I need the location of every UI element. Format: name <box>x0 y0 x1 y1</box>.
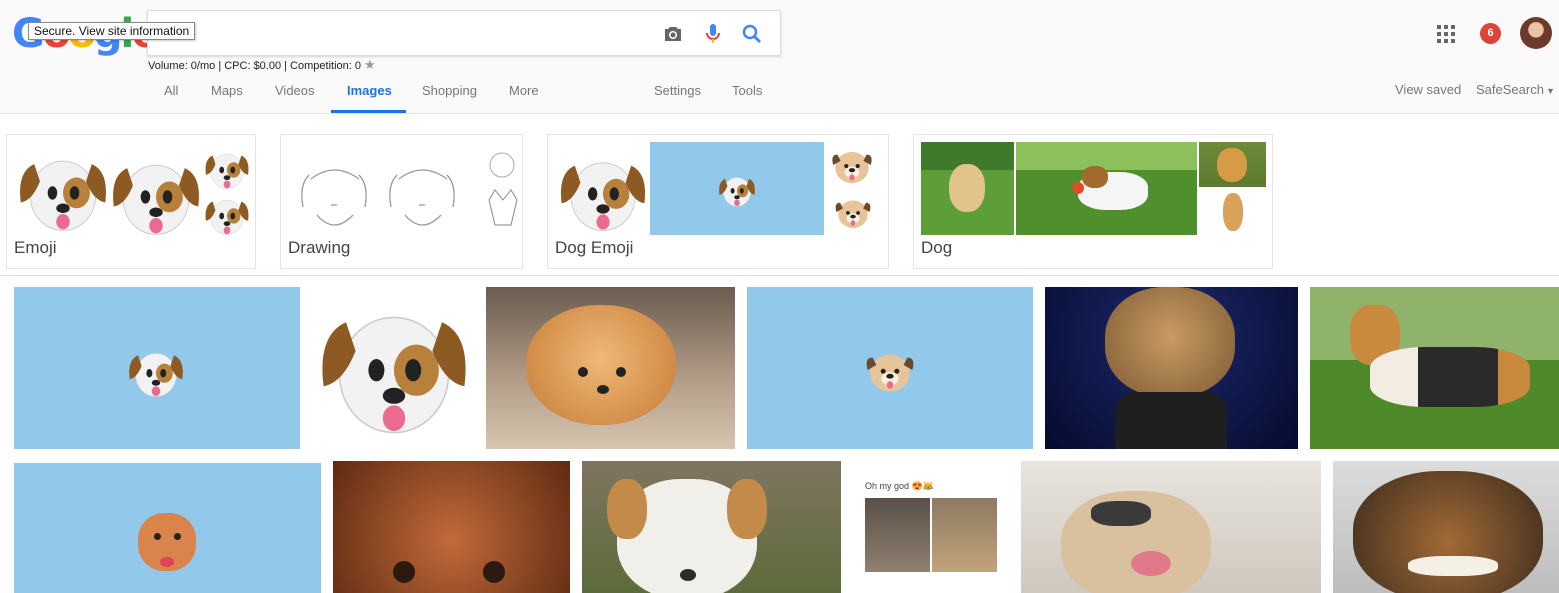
image-result[interactable] <box>486 287 735 449</box>
apps-grid-icon[interactable] <box>1437 25 1455 48</box>
pug-emoji-thumb <box>830 189 876 235</box>
dog-emoji-thumb <box>556 145 650 239</box>
active-tab-indicator <box>331 110 406 113</box>
divider <box>0 275 1559 276</box>
seo-stats: Volume: 0/mo | CPC: $0.00 | Competition:… <box>148 57 376 73</box>
golden-photo-thumb <box>1199 142 1266 187</box>
avatar[interactable] <box>1520 17 1552 49</box>
image-result[interactable] <box>1021 461 1321 593</box>
top-bar: Google Secure. View site information Vol… <box>0 0 1559 114</box>
related-card-drawing[interactable]: Drawing <box>280 134 523 269</box>
meme-photo <box>932 498 997 572</box>
dog-emoji-image <box>121 342 191 402</box>
related-card-dog[interactable]: Dog <box>913 134 1273 269</box>
dog-eye <box>393 561 415 583</box>
star-icon[interactable]: ★ <box>364 57 376 72</box>
pug-emoji-thumb <box>824 139 880 191</box>
pomeranian-photo <box>526 305 676 425</box>
image-result[interactable] <box>14 287 300 449</box>
safesearch-menu[interactable]: SafeSearch ▼ <box>1476 82 1555 97</box>
tab-maps[interactable]: Maps <box>211 83 243 98</box>
related-card-emoji[interactable]: Emoji <box>6 134 256 269</box>
dog-emoji-thumb <box>15 143 111 239</box>
tab-tools[interactable]: Tools <box>732 83 762 98</box>
image-result[interactable] <box>747 287 1033 449</box>
tab-videos[interactable]: Videos <box>275 83 315 98</box>
related-card-label: Dog <box>921 238 953 257</box>
beagle-photo-thumb <box>1016 142 1197 235</box>
camera-icon[interactable] <box>661 22 685 46</box>
image-result[interactable] <box>1045 287 1298 449</box>
dog-drawing-thumb <box>301 152 518 226</box>
image-result[interactable] <box>1333 461 1559 593</box>
secure-tooltip: Secure. View site information <box>28 22 196 40</box>
image-result[interactable] <box>14 463 321 593</box>
tab-all[interactable]: All <box>164 83 178 98</box>
related-card-dog-emoji[interactable]: Dog Emoji <box>547 134 889 269</box>
image-result[interactable] <box>310 287 476 449</box>
search-box[interactable] <box>147 10 781 56</box>
tab-shopping[interactable]: Shopping <box>422 83 477 98</box>
retriever-photo-thumb <box>1199 189 1266 235</box>
meme-photo <box>865 498 930 572</box>
sky-thumb <box>650 142 824 235</box>
image-result[interactable] <box>333 461 570 593</box>
dog-face-photo <box>1105 287 1235 397</box>
microphone-icon[interactable] <box>701 22 725 46</box>
meme-caption: Oh my god 😍😹 <box>865 481 934 491</box>
dog-emoji-thumb <box>108 147 204 243</box>
tab-settings[interactable]: Settings <box>654 83 701 98</box>
dog-eye <box>483 561 505 583</box>
related-card-label: Drawing <box>288 238 351 257</box>
view-saved-link[interactable]: View saved <box>1395 82 1461 97</box>
dog-emoji-thumb <box>203 145 251 193</box>
dog-photo-thumb <box>921 142 1014 235</box>
notification-badge[interactable]: 6 <box>1480 23 1501 44</box>
tab-images[interactable]: Images <box>347 83 392 98</box>
dog-emoji-thumb <box>203 191 251 239</box>
safesearch-label: SafeSearch <box>1476 82 1544 97</box>
tab-more[interactable]: More <box>509 83 539 98</box>
dog-emoji-image <box>312 287 476 447</box>
dog-emoji-thumb <box>717 170 757 210</box>
search-icon[interactable] <box>740 22 764 46</box>
seo-text: Volume: 0/mo | CPC: $0.00 | Competition:… <box>148 60 361 72</box>
pug-emoji-image <box>855 339 925 401</box>
image-result[interactable] <box>582 461 841 593</box>
related-card-label: Emoji <box>14 238 57 257</box>
image-result[interactable] <box>1310 287 1559 449</box>
search-input[interactable] <box>160 23 640 45</box>
related-card-label: Dog Emoji <box>555 238 634 257</box>
image-result[interactable]: Oh my god 😍😹 <box>853 461 1009 593</box>
search-tabs: All Maps Videos Images Shopping More Set… <box>0 80 1559 114</box>
caret-down-icon: ▼ <box>1545 86 1555 96</box>
